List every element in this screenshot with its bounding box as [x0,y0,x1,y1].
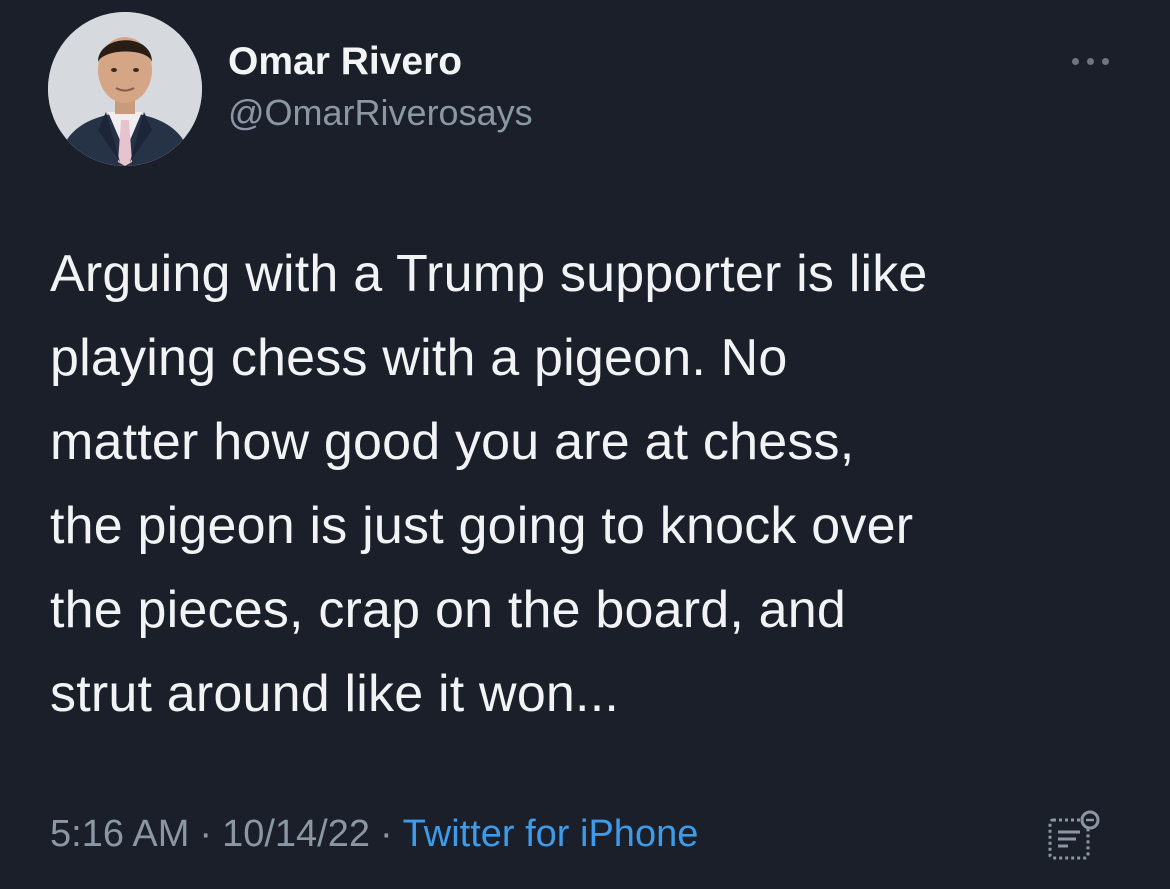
meta-separator: · [380,813,393,855]
meta-separator: · [199,813,213,855]
more-options-button[interactable] [1062,46,1118,76]
tweet-time[interactable]: 5:16 AM [50,813,189,855]
user-info: Omar Rivero @OmarRiverosays [228,38,533,136]
more-horizontal-icon-dot [1086,57,1094,65]
view-tweet-analytics-icon[interactable] [1044,806,1102,864]
tweet-metadata: 5:16 AM · 10/14/22 · Twitter for iPhone [50,806,698,862]
tweet-date[interactable]: 10/14/22 [222,813,370,855]
user-handle[interactable]: @OmarRiverosays [228,90,533,136]
avatar[interactable] [48,12,202,166]
tweet-source-link[interactable]: Twitter for iPhone [403,813,699,855]
more-horizontal-icon-dot [1101,57,1109,65]
tweet-text: Arguing with a Trump supporter is like p… [50,245,928,723]
tweet-card: Omar Rivero @OmarRiverosays Arguing with… [0,0,1170,889]
avatar-image [48,12,202,166]
display-name[interactable]: Omar Rivero [228,38,533,86]
more-horizontal-icon [1071,57,1079,65]
